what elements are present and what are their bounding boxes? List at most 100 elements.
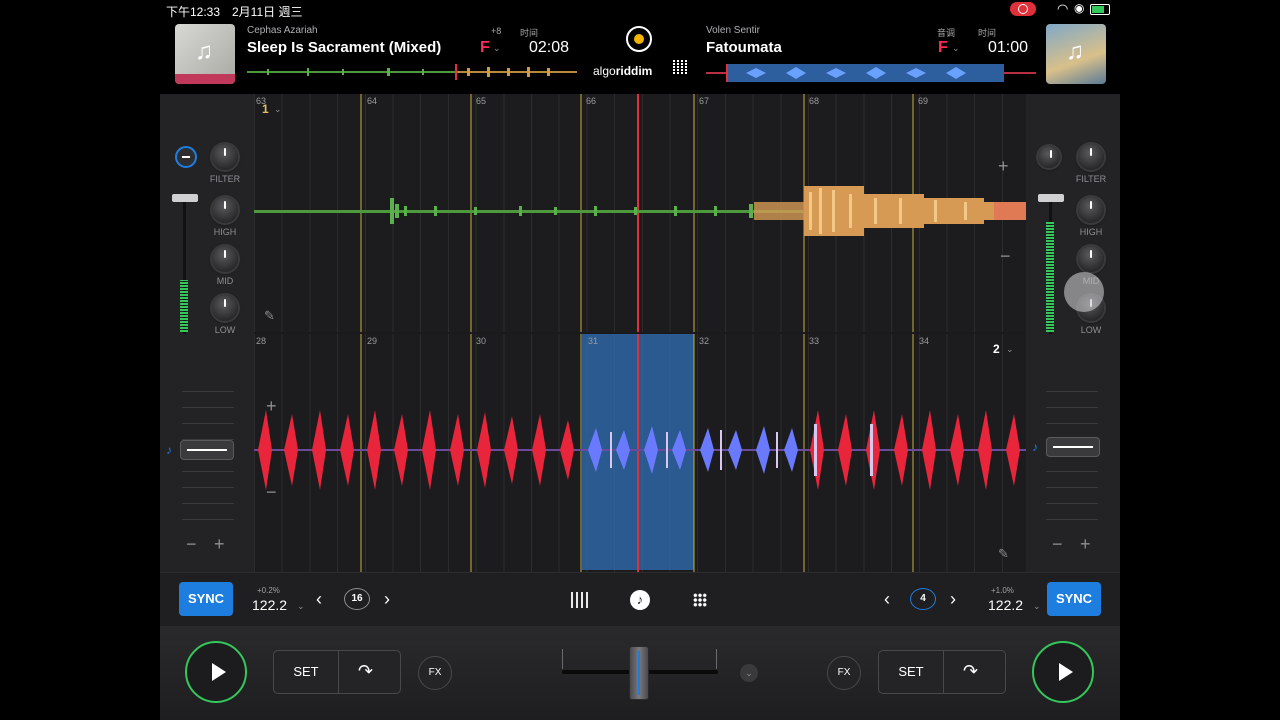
deck-a-sync-button[interactable]: SYNC	[179, 582, 233, 616]
deck-b-set-button[interactable]: SET	[879, 651, 944, 693]
deck-b-beat-30: 30	[476, 336, 487, 346]
algoriddim-logo: algoriddim	[593, 64, 652, 78]
deck-b-bar-markers	[254, 334, 1026, 572]
deck-b-high-knob[interactable]	[1078, 197, 1104, 223]
deck-a-pitch-range-plus[interactable]: +	[214, 534, 225, 555]
deck-a-loop-halve-chevron-left-icon[interactable]: ‹	[316, 589, 322, 610]
mid-label: MID	[216, 276, 234, 286]
chevron-down-icon: ⌄	[1033, 601, 1041, 611]
crossfader-options-chevron-down-icon[interactable]: ⌄	[740, 664, 758, 682]
deck-b-overview-playhead	[726, 64, 728, 82]
deck-b-loop-halve-chevron-left-icon[interactable]: ‹	[884, 589, 890, 610]
deck-a-waveform[interactable]: 63 64 65 66 67 68 69 1 ⌄ + − ✎	[254, 94, 1026, 332]
deck-b-volume-handle	[1038, 194, 1064, 202]
deck-a-loop-size: 16	[351, 593, 363, 604]
deck-b-artwork[interactable]: ♫	[1046, 24, 1106, 84]
deck-a-cue-group: SET ↷	[273, 650, 401, 694]
deck-b-mid-knob[interactable]	[1078, 246, 1104, 272]
music-note-icon: ♪	[1032, 440, 1038, 454]
touch-indicator	[1064, 272, 1104, 312]
deck-a-key[interactable]: F	[480, 39, 490, 57]
deck-a-gain-knob[interactable]	[175, 146, 197, 168]
deck-b-gain-knob[interactable]	[1038, 146, 1060, 168]
deck-a-pitch-fader-handle[interactable]	[180, 440, 234, 460]
deck-b-zoom-out-minus-icon[interactable]: −	[266, 482, 277, 503]
deck-b-pitch-fader-handle[interactable]	[1046, 437, 1100, 457]
chevron-down-icon: ⌄	[952, 43, 960, 53]
deck-a-jump-cue-button[interactable]: ↷	[338, 651, 400, 693]
deck-b-play-button[interactable]	[1032, 641, 1094, 703]
pencil-icon[interactable]: ✎	[998, 546, 1009, 562]
bottom-controls: SET ↷ FX ⌄ FX SET ↷	[160, 626, 1120, 720]
deck-b-bpm[interactable]: 122.2	[988, 597, 1023, 613]
deck-b-title[interactable]: Fatoumata	[706, 39, 782, 56]
deck-a-zoom-in-plus-icon[interactable]: +	[998, 156, 1009, 177]
deck-b-pitch-range-plus[interactable]: +	[1080, 534, 1091, 555]
filter-label: FILTER	[209, 174, 241, 184]
filter-label: FILTER	[1075, 174, 1107, 184]
deck-b-eq-panel: FILTER HIGH MID LOW ♪ − +	[1026, 94, 1120, 572]
deck-b-filter-knob[interactable]	[1078, 144, 1104, 170]
deck-b-zoom-in-plus-icon[interactable]: +	[266, 396, 277, 417]
deck-b-jump-cue-button[interactable]: ↷	[943, 651, 1005, 693]
battery-icon	[1090, 4, 1110, 15]
deck-a-overview-waveform[interactable]	[247, 64, 577, 80]
deck-a-filter-knob[interactable]	[212, 144, 238, 170]
chevron-down-icon: ⌄	[493, 43, 501, 53]
deck-a-low-knob[interactable]	[212, 295, 238, 321]
deck-a-bpm[interactable]: 122.2	[252, 597, 287, 613]
deck-a-title[interactable]: Sleep Is Sacrament (Mixed)	[247, 39, 441, 56]
deck-b-beat-29: 29	[367, 336, 378, 346]
deck-a-zoom-out-minus-icon[interactable]: −	[1000, 246, 1011, 267]
chevron-down-icon: ⌄	[297, 601, 305, 611]
chevron-down-icon: ⌄	[274, 104, 282, 114]
music-library-icon[interactable]: ♪	[630, 590, 650, 610]
grid-icon[interactable]	[693, 593, 707, 607]
djay-app: 下午12:33 2月11日 週三 ◠ ◉ ♫ Cephas Azariah Sl…	[160, 0, 1120, 720]
deck-b-loop-size: 4	[920, 593, 926, 604]
deck-b-cue-group: SET ↷	[878, 650, 1006, 694]
deck-a-bar-markers	[254, 94, 1026, 332]
deck-a-mid-knob[interactable]	[212, 246, 238, 272]
deck-a-pitch-range-minus[interactable]: −	[186, 534, 197, 555]
mixer-icon[interactable]	[571, 592, 589, 608]
deck-a-beat-66: 66	[586, 96, 597, 106]
transport-toolbar: SYNC +0.2% 122.2 ⌄ ‹ 16 › ♪ ‹ 4 › +1.0% …	[160, 572, 1120, 627]
deck-a-loop-double-chevron-right-icon[interactable]: ›	[384, 589, 390, 610]
deck-b-loop-button[interactable]: 4	[910, 588, 936, 610]
deck-a-play-button[interactable]	[185, 641, 247, 703]
deck-b-pitch-range-minus[interactable]: −	[1052, 534, 1063, 555]
algoriddim-logo-mark[interactable]	[626, 26, 652, 52]
deck-a-artwork[interactable]: ♫	[175, 24, 235, 84]
high-label: HIGH	[213, 227, 237, 237]
music-note-icon: ♫	[1066, 38, 1084, 65]
status-bar: 下午12:33 2月11日 週三 ◠ ◉	[160, 0, 1120, 20]
deck-a-number[interactable]: 1	[262, 102, 269, 116]
grid-logo-icon	[673, 59, 687, 75]
deck-a-pitch-shift: +8	[491, 26, 502, 36]
deck-b-key-label: 音调	[937, 28, 956, 38]
crossfader[interactable]	[556, 646, 724, 700]
deck-b-key[interactable]: F	[938, 39, 948, 57]
waveform-area[interactable]: 63 64 65 66 67 68 69 1 ⌄ + − ✎ 28 29 30 …	[254, 94, 1026, 572]
deck-a-loop-button[interactable]: 16	[344, 588, 370, 610]
deck-b-time-label: 时间	[978, 28, 997, 38]
deck-b-loop-double-chevron-right-icon[interactable]: ›	[950, 589, 956, 610]
deck-a-level-meter	[180, 280, 188, 332]
status-date: 2月11日 週三	[232, 5, 303, 19]
deck-a-high-knob[interactable]	[212, 197, 238, 223]
deck-b-number[interactable]: 2	[993, 342, 1000, 356]
deck-a-fx-button[interactable]: FX	[418, 656, 452, 690]
deck-b-waveform[interactable]: 28 29 30 31 32 33 34 2 ⌄ + − ✎	[254, 334, 1026, 572]
deck-b-beat-31: 31	[588, 336, 599, 346]
deck-a-time: 02:08	[529, 39, 570, 56]
record-icon	[1010, 2, 1036, 16]
jump-arrow-icon: ↷	[358, 661, 374, 681]
pencil-icon[interactable]: ✎	[264, 308, 275, 324]
music-note-icon: ♫	[195, 38, 213, 65]
deck-b-fx-button[interactable]: FX	[827, 656, 861, 690]
deck-b-overview-waveform[interactable]	[706, 64, 1036, 82]
deck-b-sync-button[interactable]: SYNC	[1047, 582, 1101, 616]
deck-a-set-button[interactable]: SET	[274, 651, 339, 693]
crossfader-handle[interactable]	[629, 646, 649, 700]
